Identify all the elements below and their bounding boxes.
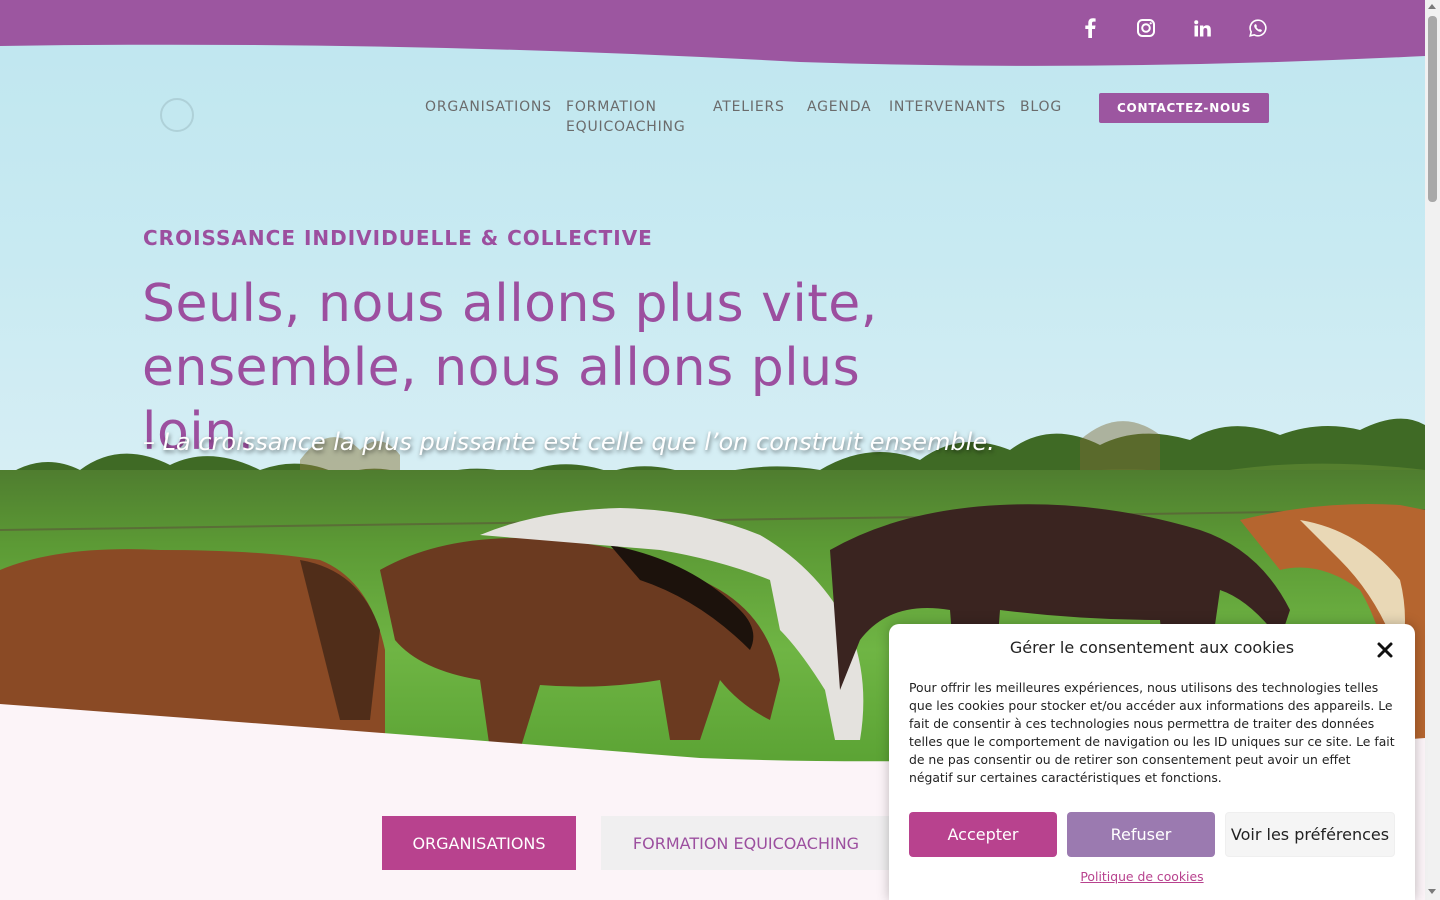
site-logo[interactable] (160, 88, 350, 158)
facebook-link[interactable] (1062, 16, 1118, 40)
linkedin-link[interactable] (1174, 16, 1230, 40)
hero-quote: – La croissance la plus puissante est ce… (143, 428, 995, 456)
page-scrollbar[interactable] (1425, 0, 1440, 900)
facebook-icon (1085, 18, 1096, 38)
main-nav: ORGANISATIONS FORMATION EQUICOACHING ATE… (425, 97, 1080, 137)
scroll-up-arrow-icon[interactable] (1428, 4, 1436, 9)
cookie-close-button[interactable] (1376, 641, 1394, 659)
cookie-message: Pour offrir les meilleures expériences, … (909, 680, 1395, 785)
scrollbar-thumb[interactable] (1428, 16, 1437, 202)
nav-item-blog[interactable]: BLOG (1020, 97, 1080, 137)
cookie-accept-button[interactable]: Accepter (909, 812, 1057, 857)
nav-item-formation-equicoaching[interactable]: FORMATION EQUICOACHING (566, 97, 713, 137)
whatsapp-icon (1249, 19, 1267, 37)
nav-item-ateliers[interactable]: ATELIERS (713, 97, 807, 137)
whatsapp-link[interactable] (1230, 16, 1286, 40)
logo-mark (160, 98, 194, 132)
instagram-link[interactable] (1118, 16, 1174, 40)
close-icon (1377, 642, 1393, 658)
nav-item-intervenants[interactable]: INTERVENANTS (889, 97, 1020, 137)
nav-item-organisations[interactable]: ORGANISATIONS (425, 97, 566, 137)
contact-button[interactable]: CONTACTEZ-NOUS (1099, 93, 1269, 123)
cookie-title: Gérer le consentement aux cookies (1009, 638, 1295, 657)
social-links (1062, 16, 1286, 40)
instagram-icon (1137, 19, 1155, 37)
cookie-preferences-button[interactable]: Voir les préférences (1225, 812, 1395, 857)
cookie-consent-dialog: Gérer le consentement aux cookies Pour o… (889, 624, 1415, 900)
hero-kicker: CROISSANCE INDIVIDUELLE & COLLECTIVE (143, 226, 653, 250)
nav-item-agenda[interactable]: AGENDA (807, 97, 889, 137)
scroll-down-arrow-icon[interactable] (1428, 889, 1436, 894)
cookie-refuse-button[interactable]: Refuser (1067, 812, 1215, 857)
tab-formation-equicoaching[interactable]: FORMATION EQUICOACHING (601, 816, 891, 870)
hero-headline-line1: Seuls, nous allons plus vite, (142, 274, 878, 334)
linkedin-icon (1193, 19, 1211, 36)
tab-organisations[interactable]: ORGANISATIONS (382, 816, 576, 870)
cookie-policy-link[interactable]: Politique de cookies (889, 869, 1395, 884)
